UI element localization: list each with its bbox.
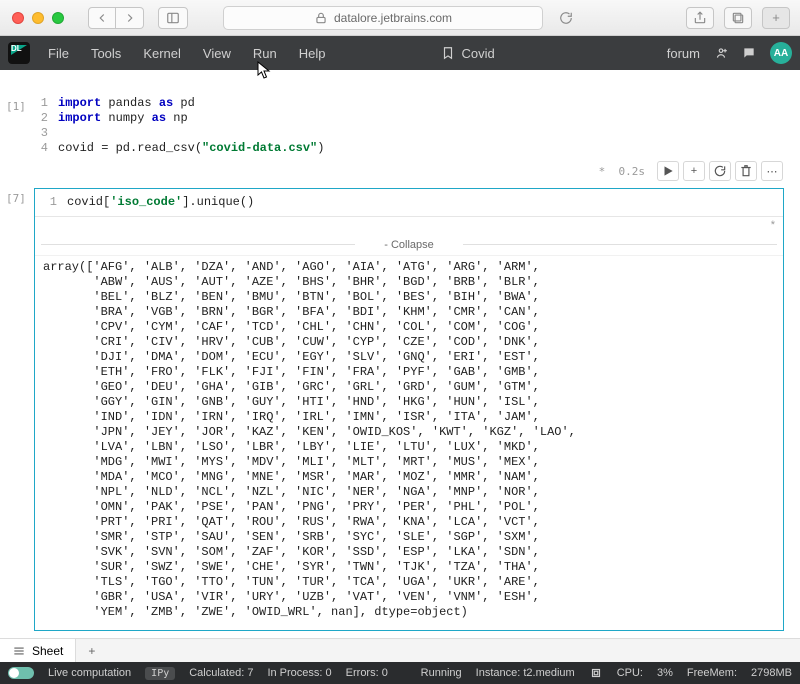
cell-toolbar: * 0.2s + ⋯ (599, 161, 783, 181)
menu-run[interactable]: Run (253, 46, 277, 61)
address-bar[interactable]: datalore.jetbrains.com (223, 6, 543, 30)
back-button[interactable] (88, 7, 116, 29)
status-running: Running (421, 667, 462, 679)
cell-more-button[interactable]: ⋯ (761, 161, 783, 181)
menu-view[interactable]: View (203, 46, 231, 61)
tabs-button[interactable] (724, 7, 752, 29)
status-instance[interactable]: Instance: t2.medium (476, 667, 575, 679)
live-computation-label: Live computation (48, 667, 131, 679)
status-bar: Live computation IPy Calculated: 7 In Pr… (0, 662, 800, 684)
cpu-value: 3% (657, 667, 673, 679)
status-inprocess: In Process: 0 (267, 667, 331, 679)
menu-kernel[interactable]: Kernel (143, 46, 181, 61)
restart-cell-button[interactable] (709, 161, 731, 181)
cell-modified-marker: * (599, 165, 606, 178)
maximize-window-button[interactable] (52, 12, 64, 24)
avatar[interactable]: AA (770, 42, 792, 64)
cursor-icon (257, 61, 273, 79)
share-button[interactable] (686, 7, 714, 29)
sidebar-toggle-button[interactable] (158, 7, 188, 29)
forum-link[interactable]: forum (667, 46, 700, 61)
app-menu-bar: File Tools Kernel View Run Help Covid fo… (0, 36, 800, 70)
window-controls (0, 12, 64, 24)
share-people-icon[interactable] (714, 46, 728, 60)
cpu-label: CPU: (617, 667, 643, 679)
sheet-tab-active[interactable]: Sheet (0, 639, 76, 662)
add-sheet-button[interactable]: + (76, 644, 107, 658)
code-cell-1[interactable]: 1import pandas as pd2import numpy as np3… (34, 96, 784, 156)
cell-prompt-2: [7] (6, 192, 26, 205)
menu-file[interactable]: File (48, 46, 69, 61)
history-nav (88, 7, 144, 29)
cell-2-code[interactable]: 1covid['iso_code'].unique() (35, 189, 783, 217)
lock-icon (314, 11, 328, 25)
cell-exec-time: 0.2s (619, 165, 646, 178)
menu-icon (12, 644, 26, 658)
status-calculated: Calculated: 7 (189, 667, 253, 679)
live-computation-toggle[interactable] (8, 667, 34, 679)
minimize-window-button[interactable] (32, 12, 44, 24)
bookmark-icon (441, 46, 455, 60)
new-tab-button[interactable]: + (762, 7, 790, 29)
status-errors: Errors: 0 (346, 667, 388, 679)
mem-label: FreeMem: (687, 667, 737, 679)
chat-icon[interactable] (742, 46, 756, 60)
run-cell-button[interactable] (657, 161, 679, 181)
cell-prompt-1: [1] (6, 100, 26, 113)
cell-output-modified-marker: * (35, 217, 783, 233)
collapse-output-toggle[interactable]: - Collapse (35, 233, 783, 255)
delete-cell-button[interactable] (735, 161, 757, 181)
add-cell-button[interactable]: + (683, 161, 705, 181)
cpu-icon (589, 666, 603, 680)
address-url: datalore.jetbrains.com (334, 11, 452, 25)
main-menu: File Tools Kernel View Run Help (48, 46, 325, 61)
kernel-lang[interactable]: IPy (145, 667, 175, 680)
sheet-tabs: Sheet + (0, 638, 800, 662)
menu-help[interactable]: Help (299, 46, 326, 61)
mem-value: 2798MB (751, 667, 792, 679)
menu-tools[interactable]: Tools (91, 46, 121, 61)
notebook-title[interactable]: Covid (441, 46, 494, 61)
code-cell-2[interactable]: * 0.2s + ⋯ 1covid['iso_code'].unique() *… (34, 188, 784, 631)
notebook-area: [1] 1import pandas as pd2import numpy as… (0, 70, 800, 638)
cell-2-output: array(['AFG', 'ALB', 'DZA', 'AND', 'AGO'… (35, 255, 783, 630)
close-window-button[interactable] (12, 12, 24, 24)
forward-button[interactable] (116, 7, 144, 29)
mac-titlebar: datalore.jetbrains.com + (0, 0, 800, 36)
datalore-logo[interactable] (8, 42, 30, 64)
reload-button[interactable] (555, 7, 577, 29)
